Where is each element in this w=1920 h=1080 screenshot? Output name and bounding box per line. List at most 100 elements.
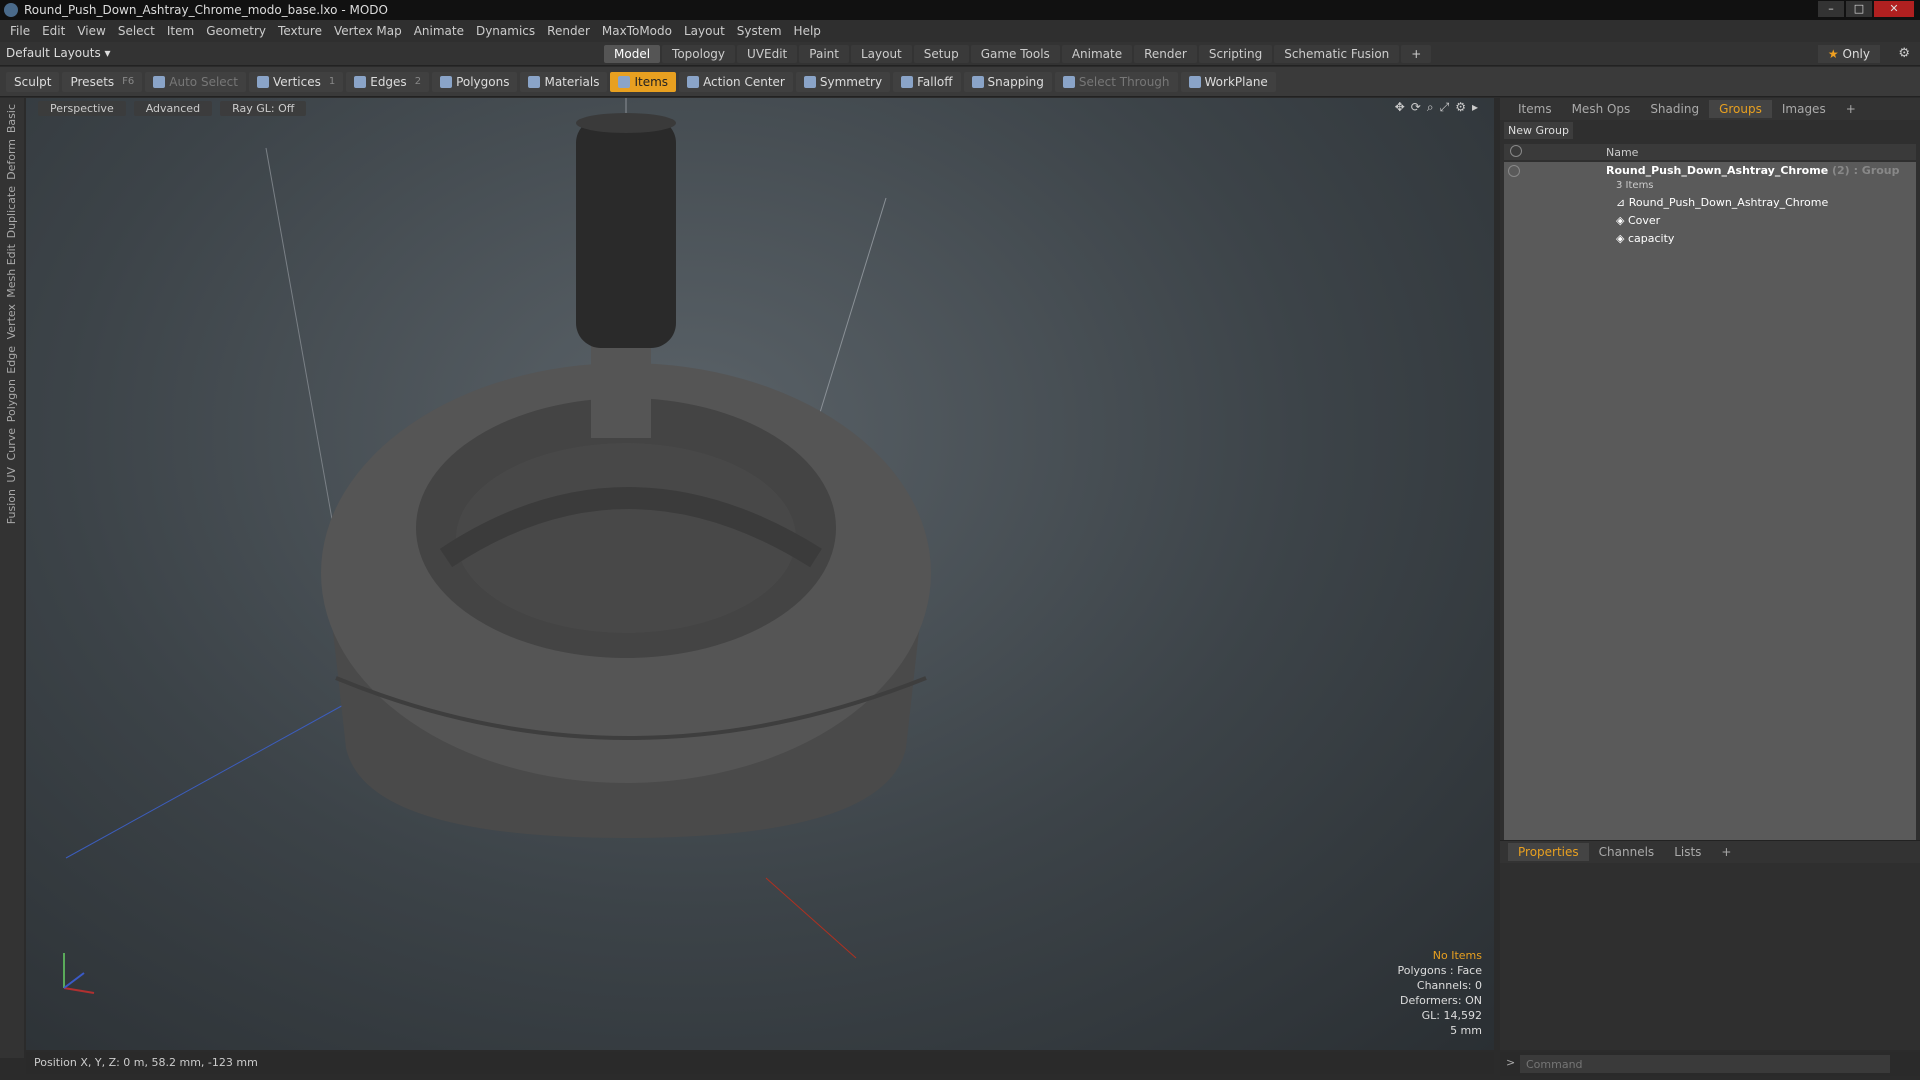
maximize-button[interactable]: □: [1846, 1, 1872, 17]
viewport-stats: No Items Polygons : Face Channels: 0 Def…: [1397, 948, 1482, 1038]
visibility-column-icon[interactable]: [1510, 145, 1522, 157]
action-center-button[interactable]: Action Center: [679, 71, 793, 92]
axis-gizmo: [63, 953, 95, 994]
new-group-button[interactable]: New Group: [1504, 122, 1573, 139]
menu-render[interactable]: Render: [547, 24, 590, 38]
tab-edge[interactable]: Edge: [5, 346, 18, 374]
menu-help[interactable]: Help: [794, 24, 821, 38]
polygon-icon: [440, 75, 453, 88]
child-name-capacity: capacity: [1627, 232, 1675, 245]
tab-shading[interactable]: Shading: [1640, 100, 1709, 118]
tab-properties[interactable]: Properties: [1508, 843, 1589, 861]
polygons-button[interactable]: Polygons: [432, 71, 518, 92]
tab-basic[interactable]: Basic: [5, 104, 18, 133]
tab-channels[interactable]: Channels: [1589, 843, 1665, 861]
tab-duplicate[interactable]: Duplicate: [5, 186, 18, 238]
shield-icon: ◈: [1616, 214, 1625, 227]
add-panel-tab-button[interactable]: +: [1836, 100, 1866, 118]
list-item[interactable]: ◈ capacity: [1504, 230, 1916, 248]
stats-no-items: No Items: [1432, 949, 1482, 962]
right-panel: Items Mesh Ops Shading Groups Images + N…: [1500, 98, 1920, 1050]
snapping-button[interactable]: Snapping: [963, 71, 1052, 92]
close-button[interactable]: ✕: [1874, 1, 1914, 17]
menu-view[interactable]: View: [77, 24, 105, 38]
sculpt-button[interactable]: Sculpt: [6, 71, 60, 92]
main-toolbar: Sculpt Presets F6 Auto Select Vertices 1 E…: [0, 67, 1920, 97]
tab-paint[interactable]: Paint: [799, 45, 849, 63]
group-list-header: Name: [1504, 144, 1916, 160]
tab-deform[interactable]: Deform: [5, 139, 18, 180]
tab-polygon[interactable]: Polygon: [5, 379, 18, 422]
tab-lists[interactable]: Lists: [1664, 843, 1711, 861]
menu-maxtomodo[interactable]: MaxToModo: [602, 24, 672, 38]
star-icon: ★: [1827, 47, 1839, 61]
menu-file[interactable]: File: [10, 24, 30, 38]
eye-icon[interactable]: [1508, 165, 1520, 177]
menu-bar: File Edit View Select Item Geometry Text…: [0, 20, 1920, 42]
properties-tabs: Properties Channels Lists +: [1500, 841, 1920, 863]
vertex-icon: [256, 75, 269, 88]
tab-uvedit[interactable]: UVEdit: [737, 45, 798, 63]
group-items-count: 3 Items: [1616, 180, 1654, 191]
tab-animate[interactable]: Animate: [1061, 45, 1133, 63]
tab-items[interactable]: Items: [1508, 100, 1562, 118]
tab-mesh-ops[interactable]: Mesh Ops: [1562, 100, 1641, 118]
auto-select-button[interactable]: Auto Select: [145, 71, 246, 92]
edges-button[interactable]: Edges 2: [346, 71, 430, 92]
presets-button[interactable]: Presets F6: [62, 71, 143, 92]
tab-mesh-edit[interactable]: Mesh Edit: [5, 244, 18, 298]
falloff-button[interactable]: Falloff: [893, 71, 961, 92]
menu-geometry[interactable]: Geometry: [206, 24, 266, 38]
tab-images[interactable]: Images: [1772, 100, 1836, 118]
menu-edit[interactable]: Edit: [42, 24, 65, 38]
ashtray-model[interactable]: [26, 98, 1494, 1050]
menu-item[interactable]: Item: [167, 24, 194, 38]
tab-uv[interactable]: UV: [5, 467, 18, 483]
materials-button[interactable]: Materials: [520, 71, 608, 92]
menu-animate[interactable]: Animate: [414, 24, 464, 38]
snapping-icon: [971, 75, 984, 88]
add-properties-tab-button[interactable]: +: [1711, 843, 1741, 861]
minimize-button[interactable]: –: [1818, 1, 1844, 17]
tab-topology[interactable]: Topology: [662, 45, 736, 63]
list-item[interactable]: ⊿ Round_Push_Down_Ashtray_Chrome: [1504, 194, 1916, 212]
menu-layout[interactable]: Layout: [684, 24, 725, 38]
menu-vertex-map[interactable]: Vertex Map: [334, 24, 402, 38]
group-row[interactable]: Round_Push_Down_Ashtray_Chrome (2) : Gro…: [1504, 162, 1916, 180]
gear-icon[interactable]: ⚙: [1898, 46, 1910, 61]
select-through-button[interactable]: Select Through: [1054, 71, 1178, 92]
shield-icon: ◈: [1616, 232, 1625, 245]
edge-icon: [354, 75, 367, 88]
item-icon: [618, 75, 631, 88]
tab-vertex[interactable]: Vertex: [5, 304, 18, 339]
menu-select[interactable]: Select: [118, 24, 155, 38]
symmetry-button[interactable]: Symmetry: [795, 71, 891, 92]
vertices-button[interactable]: Vertices 1: [248, 71, 344, 92]
command-input[interactable]: [1520, 1055, 1890, 1073]
app-icon: [4, 3, 18, 17]
default-layouts-dropdown[interactable]: Default Layouts ▾: [6, 46, 111, 60]
properties-panel: Properties Channels Lists +: [1500, 840, 1920, 1050]
list-item[interactable]: ◈ Cover: [1504, 212, 1916, 230]
menu-system[interactable]: System: [737, 24, 782, 38]
tab-render[interactable]: Render: [1134, 45, 1197, 63]
only-button[interactable]: ★ Only: [1817, 45, 1880, 63]
layout-bar: Default Layouts ▾ Model Topology UVEdit …: [0, 42, 1920, 66]
tab-schematic-fusion[interactable]: Schematic Fusion: [1274, 45, 1400, 63]
3d-viewport[interactable]: Perspective Advanced Ray GL: Off ✥ ⟳ ⌕ ⤢…: [26, 98, 1494, 1050]
tab-scripting[interactable]: Scripting: [1198, 45, 1273, 63]
tab-layout[interactable]: Layout: [850, 45, 912, 63]
name-column-header[interactable]: Name: [1606, 146, 1638, 159]
add-tab-button[interactable]: +: [1401, 45, 1432, 63]
stats-polygons: Polygons : Face: [1397, 964, 1482, 977]
tab-game-tools[interactable]: Game Tools: [970, 45, 1060, 63]
items-button[interactable]: Items: [610, 71, 677, 92]
workplane-button[interactable]: WorkPlane: [1180, 71, 1276, 92]
menu-texture[interactable]: Texture: [278, 24, 322, 38]
menu-dynamics[interactable]: Dynamics: [476, 24, 535, 38]
tab-fusion[interactable]: Fusion: [5, 489, 18, 524]
tab-groups[interactable]: Groups: [1709, 100, 1772, 118]
tab-model[interactable]: Model: [604, 45, 661, 63]
tab-setup[interactable]: Setup: [913, 45, 969, 63]
tab-curve[interactable]: Curve: [5, 428, 18, 460]
